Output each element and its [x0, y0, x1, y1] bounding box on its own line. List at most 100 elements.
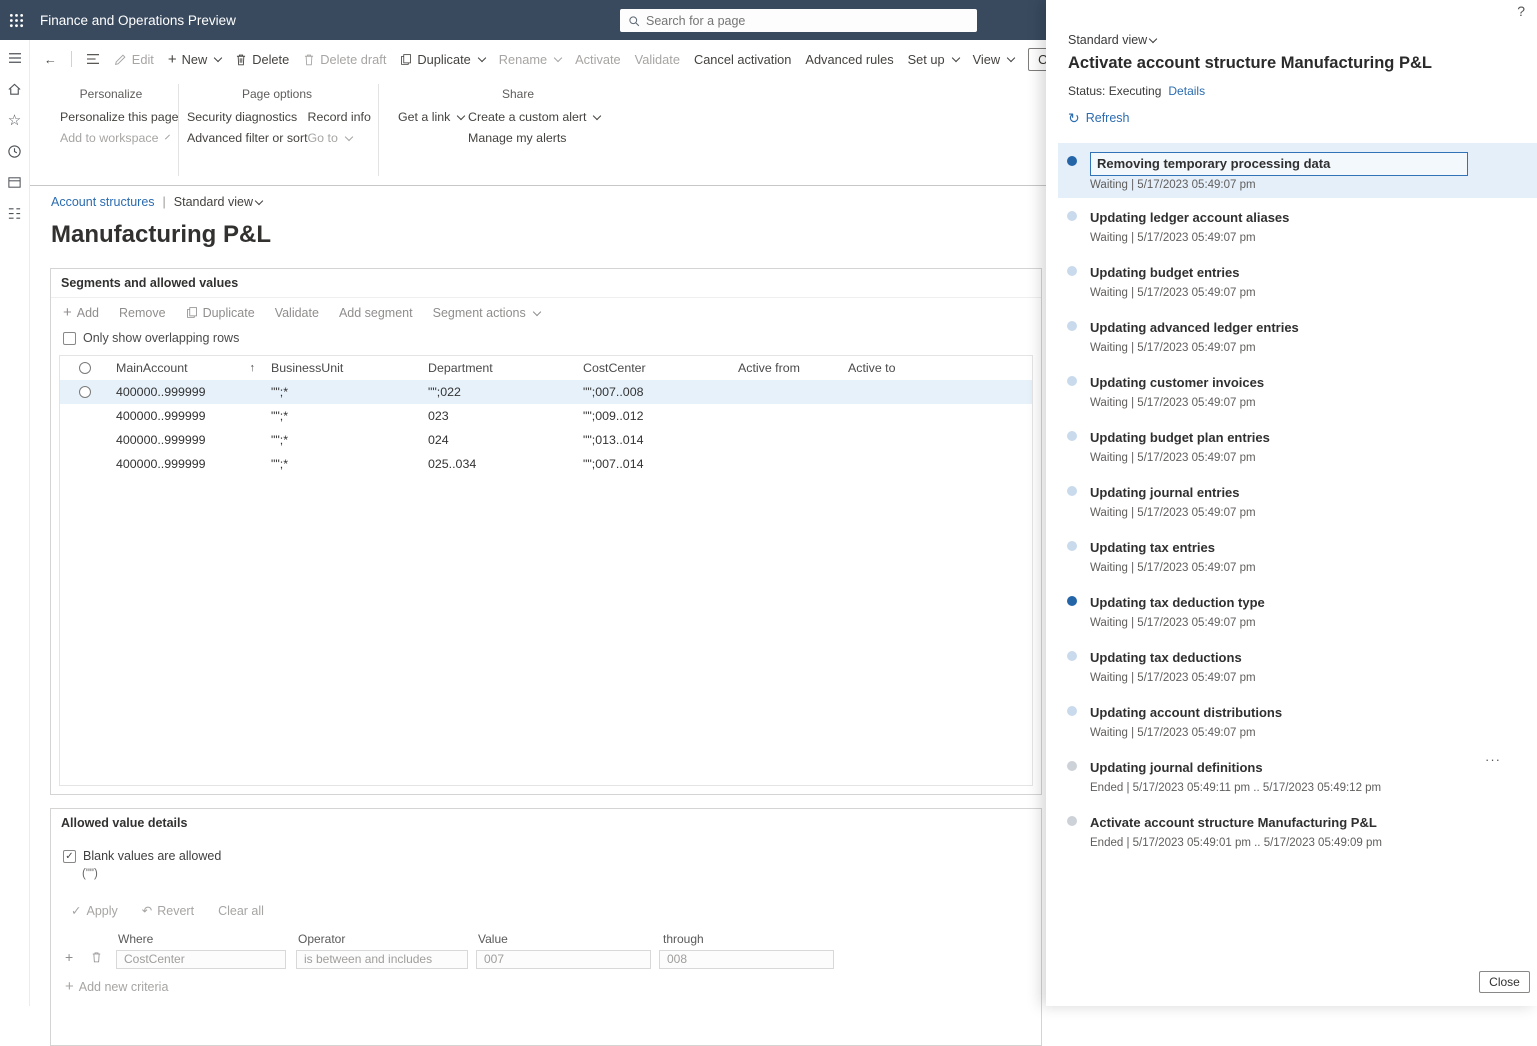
cell-businessunit: "";*: [265, 385, 422, 399]
refresh-icon: ↻: [1068, 111, 1080, 125]
task-title: Updating budget entries: [1090, 265, 1240, 280]
task-status: Waiting | 5/17/2023 05:49:07 pm: [1090, 727, 1537, 739]
task-status: Waiting | 5/17/2023 05:49:07 pm: [1090, 287, 1537, 299]
task-status-dot: [1067, 596, 1077, 606]
duplicate-button[interactable]: Duplicate: [400, 52, 484, 67]
task-item[interactable]: Removing temporary processing data Waiti…: [1058, 143, 1537, 198]
column-header-department[interactable]: Department: [422, 361, 577, 375]
filter-header-where: Where: [118, 932, 153, 946]
home-icon[interactable]: [6, 80, 24, 98]
add-button: +Add: [63, 305, 99, 320]
divider: [71, 51, 72, 67]
cell-mainaccount: 400000..999999: [110, 433, 265, 447]
validate-button: Validate: [635, 52, 680, 67]
cell-department: "";022: [422, 385, 577, 399]
task-status: Waiting | 5/17/2023 05:49:07 pm: [1090, 342, 1537, 354]
cell-mainaccount: 400000..999999: [110, 457, 265, 471]
delete-criteria-row-icon: [91, 951, 102, 963]
task-item[interactable]: Updating account distributions Waiting |…: [1058, 693, 1537, 748]
grid-header-row: MainAccount↑ BusinessUnit Department Cos…: [60, 356, 1032, 380]
blank-values-checkbox[interactable]: ✓: [63, 850, 76, 863]
task-status-dot: [1067, 156, 1077, 166]
delete-button[interactable]: Delete: [235, 52, 289, 67]
security-diagnostics-button[interactable]: Security diagnostics: [187, 110, 308, 124]
back-button[interactable]: ←: [44, 52, 57, 67]
task-item[interactable]: Updating budget plan entries Waiting | 5…: [1058, 418, 1537, 473]
add-new-criteria-link: +Add new criteria: [65, 979, 168, 994]
search-input[interactable]: [646, 14, 969, 28]
help-icon[interactable]: ?: [1517, 3, 1525, 19]
advanced-rules-button[interactable]: Advanced rules: [805, 52, 893, 67]
manage-my-alerts-button[interactable]: Manage my alerts: [468, 131, 600, 145]
details-link[interactable]: Details: [1168, 84, 1205, 98]
chevron-down-icon: [951, 54, 959, 62]
task-item[interactable]: Updating ledger account aliases Waiting …: [1058, 198, 1537, 253]
task-status: Ended | 5/17/2023 05:49:11 pm .. 5/17/20…: [1090, 782, 1537, 794]
app-launcher-icon[interactable]: [0, 0, 32, 40]
column-header-mainaccount[interactable]: MainAccount↑: [110, 361, 265, 375]
cell-businessunit: "";*: [265, 433, 422, 447]
view-selector[interactable]: Standard view: [174, 195, 262, 209]
record-info-button[interactable]: Record info: [308, 110, 371, 124]
recent-clock-icon[interactable]: [6, 142, 24, 160]
criteria-where-field: CostCenter: [116, 950, 286, 969]
advanced-filter-or-sort-button[interactable]: Advanced filter or sort: [187, 131, 308, 145]
search-icon: [628, 15, 640, 27]
set-up-button[interactable]: Set up: [908, 52, 959, 67]
task-status: Waiting | 5/17/2023 05:49:07 pm: [1090, 507, 1537, 519]
task-item[interactable]: Updating advanced ledger entries Waiting…: [1058, 308, 1537, 363]
overlap-checkbox-label: Only show overlapping rows: [83, 331, 239, 345]
chevron-down-icon: [554, 54, 562, 62]
task-item[interactable]: Updating journal definitions Ended | 5/1…: [1058, 748, 1537, 803]
column-header-costcenter[interactable]: CostCenter: [577, 361, 732, 375]
new-button[interactable]: +New: [168, 52, 221, 67]
task-status-dot: [1067, 706, 1077, 716]
create-custom-alert-button[interactable]: Create a custom alert: [468, 110, 600, 124]
account-structures-link[interactable]: Account structures: [51, 195, 155, 209]
filter-header-value: Value: [478, 932, 508, 946]
personalize-this-page-button[interactable]: Personalize this page: [60, 110, 162, 124]
table-row[interactable]: 400000..999999 "";* 025..034 "";007..014: [60, 452, 1032, 476]
cell-costcenter: "";013..014: [577, 433, 732, 447]
delete-draft-button: Delete draft: [303, 52, 386, 67]
close-button[interactable]: Close: [1479, 971, 1530, 993]
modules-hierarchy-icon[interactable]: [6, 204, 24, 222]
view-button[interactable]: View: [973, 52, 1015, 67]
task-item[interactable]: Updating tax deductions Waiting | 5/17/2…: [1058, 638, 1537, 693]
chevron-down-icon: [255, 197, 263, 205]
column-header-businessunit[interactable]: BusinessUnit: [265, 361, 422, 375]
refresh-button[interactable]: ↻ Refresh: [1068, 111, 1130, 125]
more-options-icon[interactable]: ···: [1485, 752, 1501, 767]
task-item[interactable]: Updating journal entries Waiting | 5/17/…: [1058, 473, 1537, 528]
workspaces-icon[interactable]: [6, 173, 24, 191]
task-item[interactable]: Updating customer invoices Waiting | 5/1…: [1058, 363, 1537, 418]
task-item[interactable]: Activate account structure Manufacturing…: [1058, 803, 1537, 858]
select-all-radio[interactable]: [79, 362, 91, 374]
task-title: Updating tax entries: [1090, 540, 1215, 555]
favorites-star-icon[interactable]: ☆: [6, 111, 24, 129]
plus-icon: +: [63, 305, 72, 320]
table-row[interactable]: 400000..999999 "";* "";022 "";007..008: [60, 380, 1032, 404]
section-header: Allowed value details: [51, 809, 1041, 837]
overlap-checkbox[interactable]: [63, 332, 76, 345]
task-item[interactable]: Updating tax deduction type Waiting | 5/…: [1058, 583, 1537, 638]
task-item[interactable]: Updating budget entries Waiting | 5/17/2…: [1058, 253, 1537, 308]
row-select-radio[interactable]: [79, 386, 91, 398]
cancel-activation-button[interactable]: Cancel activation: [694, 52, 791, 67]
hamburger-menu-icon[interactable]: [6, 49, 24, 67]
task-status-dot: [1067, 431, 1077, 441]
activate-button: Activate: [575, 52, 621, 67]
status-text: Status: Executing: [1068, 84, 1161, 98]
show-list-icon[interactable]: [86, 53, 100, 65]
global-search[interactable]: [620, 9, 977, 32]
task-item[interactable]: Updating tax entries Waiting | 5/17/2023…: [1058, 528, 1537, 583]
column-header-active-to[interactable]: Active to: [842, 361, 1032, 375]
task-status-dot: [1067, 486, 1077, 496]
table-row[interactable]: 400000..999999 "";* 023 "";009..012: [60, 404, 1032, 428]
column-header-active-from[interactable]: Active from: [732, 361, 842, 375]
batch-task-flyout: ? Standard view Activate account structu…: [1046, 0, 1537, 1006]
get-a-link-button[interactable]: Get a link: [398, 110, 468, 124]
table-row[interactable]: 400000..999999 "";* 024 "";013..014: [60, 428, 1032, 452]
chevron-down-icon: [478, 54, 486, 62]
panel-view-selector[interactable]: Standard view: [1068, 33, 1156, 47]
